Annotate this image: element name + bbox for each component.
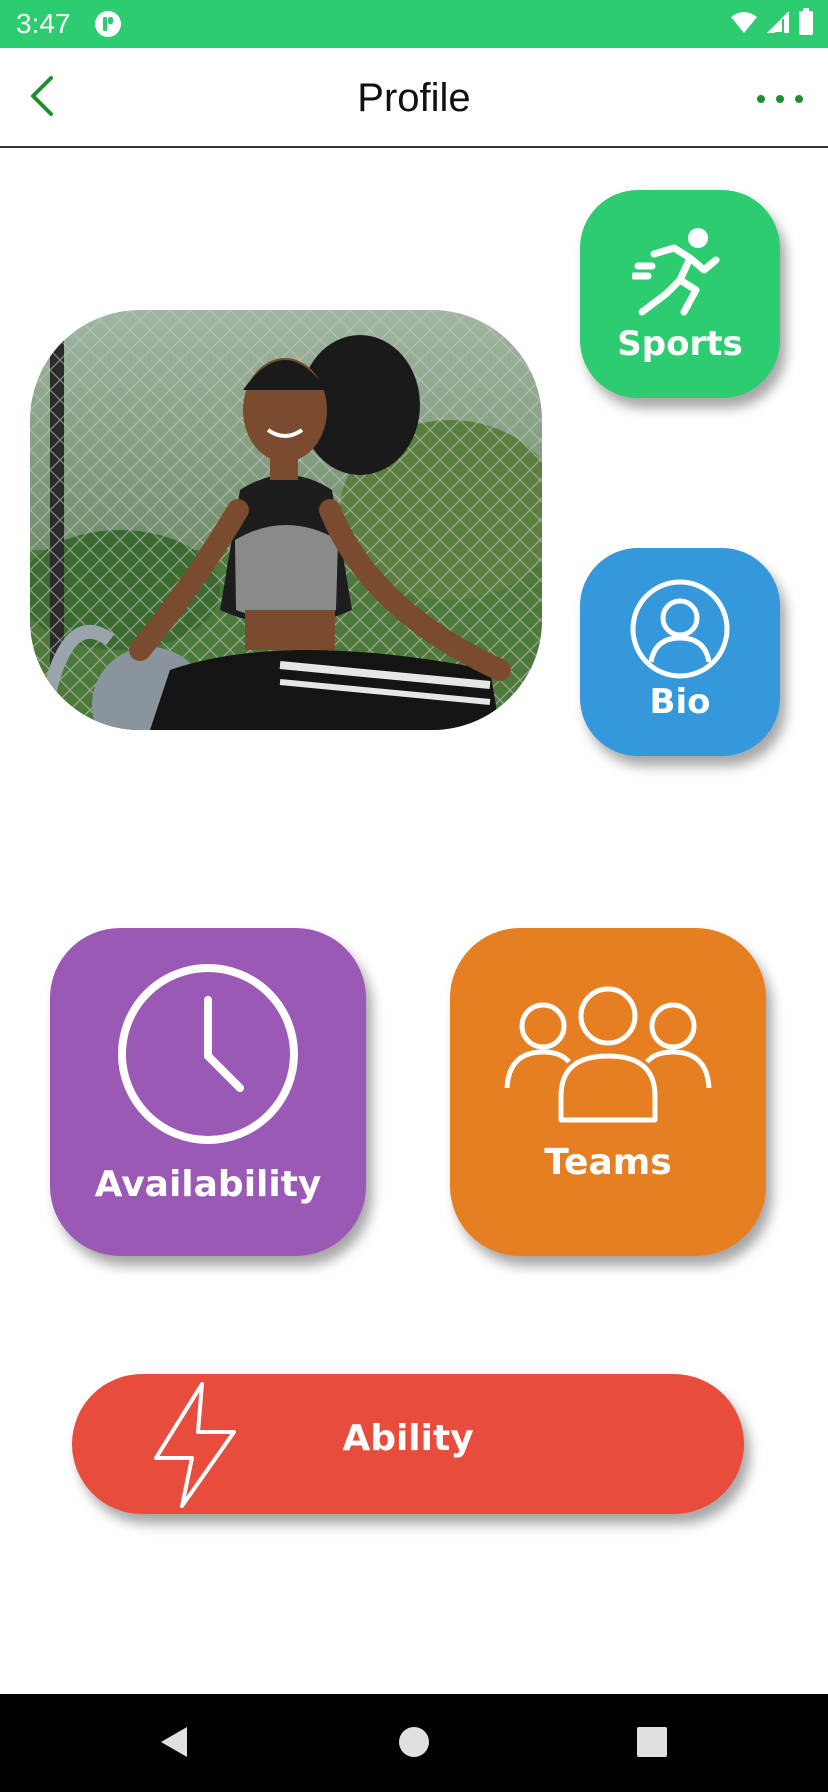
app-bar: Profile — [0, 48, 828, 148]
sports-tile[interactable]: Sports — [580, 190, 780, 398]
sports-label: Sports — [617, 324, 743, 364]
page-title: Profile — [357, 76, 471, 120]
nav-recents-button[interactable] — [624, 1716, 680, 1772]
back-triangle-icon — [157, 1725, 191, 1763]
group-icon — [503, 986, 713, 1126]
status-icons — [730, 8, 814, 40]
teams-label: Teams — [544, 1142, 672, 1183]
nav-home-button[interactable] — [386, 1716, 442, 1772]
ability-tile[interactable]: Ability — [72, 1374, 744, 1514]
recents-square-icon — [636, 1726, 668, 1762]
cellular-signal-icon — [766, 10, 790, 38]
ability-label: Ability — [342, 1418, 474, 1459]
app-notification-icon — [94, 10, 122, 38]
system-nav-bar — [0, 1694, 828, 1792]
home-circle-icon — [398, 1726, 430, 1762]
wifi-icon — [730, 10, 758, 38]
clock-icon — [116, 962, 300, 1146]
bio-label: Bio — [649, 682, 711, 722]
profile-photo[interactable] — [30, 310, 542, 730]
teams-tile[interactable]: Teams — [450, 928, 766, 1256]
user-circle-icon — [629, 578, 731, 680]
battery-icon — [798, 8, 814, 40]
more-options-button[interactable] — [748, 70, 812, 126]
nav-back-button[interactable] — [146, 1716, 202, 1772]
status-bar: 3:47 — [0, 0, 828, 48]
bio-tile[interactable]: Bio — [580, 548, 780, 756]
status-time: 3:47 — [16, 8, 71, 39]
running-person-icon — [630, 224, 728, 320]
availability-tile[interactable]: Availability — [50, 928, 366, 1256]
more-horizontal-icon — [756, 89, 804, 108]
availability-label: Availability — [94, 1164, 322, 1205]
